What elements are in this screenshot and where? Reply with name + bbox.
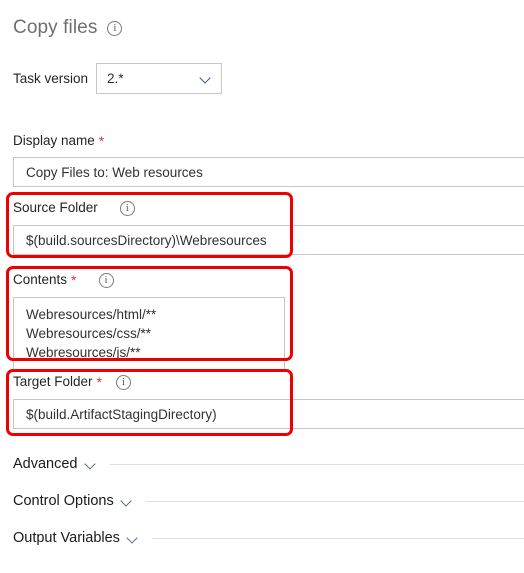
source-folder-input[interactable]: $(build.sourcesDirectory)\Webresources bbox=[13, 225, 524, 255]
contents-line: Webresources/js/** bbox=[26, 345, 141, 360]
contents-label: Contents * bbox=[0, 271, 524, 289]
required-asterisk: * bbox=[71, 272, 77, 288]
required-asterisk: * bbox=[98, 133, 105, 149]
chevron-down-icon bbox=[128, 533, 139, 544]
section-control-options[interactable]: Control Options bbox=[13, 491, 524, 511]
info-icon[interactable] bbox=[119, 200, 135, 216]
info-icon[interactable] bbox=[107, 20, 123, 36]
section-advanced-label: Advanced bbox=[13, 456, 78, 472]
divider bbox=[109, 463, 524, 465]
divider bbox=[145, 500, 524, 502]
display-name-label-text: Display name bbox=[13, 133, 95, 148]
target-folder-field: Target Folder * $(build.ArtifactStagingD… bbox=[0, 373, 524, 429]
contents-field: Contents * Webresources/html/** Webresou… bbox=[0, 271, 524, 370]
info-icon[interactable] bbox=[98, 272, 114, 288]
info-icon[interactable] bbox=[116, 374, 131, 390]
source-folder-field: Source Folder $(build.sourcesDirectory)\… bbox=[0, 199, 524, 255]
target-folder-label: Target Folder * bbox=[0, 373, 524, 391]
divider bbox=[151, 537, 524, 539]
source-folder-label: Source Folder bbox=[0, 199, 524, 217]
required-asterisk: * bbox=[96, 374, 102, 390]
chevron-down-icon bbox=[122, 496, 133, 507]
page-title: Copy files bbox=[13, 17, 123, 39]
display-name-field: Display name * Copy Files to: Web resour… bbox=[0, 132, 524, 187]
section-output-variables-label: Output Variables bbox=[13, 530, 120, 546]
chevron-down-icon bbox=[201, 73, 212, 84]
chevron-down-icon bbox=[86, 459, 97, 470]
task-version-label: Task version bbox=[13, 70, 89, 86]
task-editor-panel: Copy files Task version 2.* Display name… bbox=[0, 0, 524, 573]
source-folder-label-text: Source Folder bbox=[13, 200, 98, 215]
contents-textarea[interactable]: Webresources/html/** Webresources/css/**… bbox=[13, 297, 285, 370]
task-version-select[interactable]: 2.* bbox=[96, 63, 223, 94]
contents-line: Webresources/html/** bbox=[26, 307, 157, 322]
page-title-text: Copy files bbox=[13, 17, 98, 38]
display-name-input[interactable]: Copy Files to: Web resources bbox=[13, 157, 524, 187]
contents-line: Webresources/css/** bbox=[26, 326, 152, 341]
target-folder-label-text: Target Folder bbox=[13, 374, 93, 389]
target-folder-input[interactable]: $(build.ArtifactStagingDirectory) bbox=[13, 399, 524, 429]
task-version-value: 2.* bbox=[107, 71, 124, 86]
section-advanced[interactable]: Advanced bbox=[13, 454, 524, 474]
display-name-label: Display name * bbox=[0, 132, 524, 150]
section-control-options-label: Control Options bbox=[13, 493, 114, 509]
task-version-row: Task version 2.* bbox=[13, 63, 223, 94]
section-output-variables[interactable]: Output Variables bbox=[13, 528, 524, 548]
contents-label-text: Contents bbox=[13, 272, 68, 287]
